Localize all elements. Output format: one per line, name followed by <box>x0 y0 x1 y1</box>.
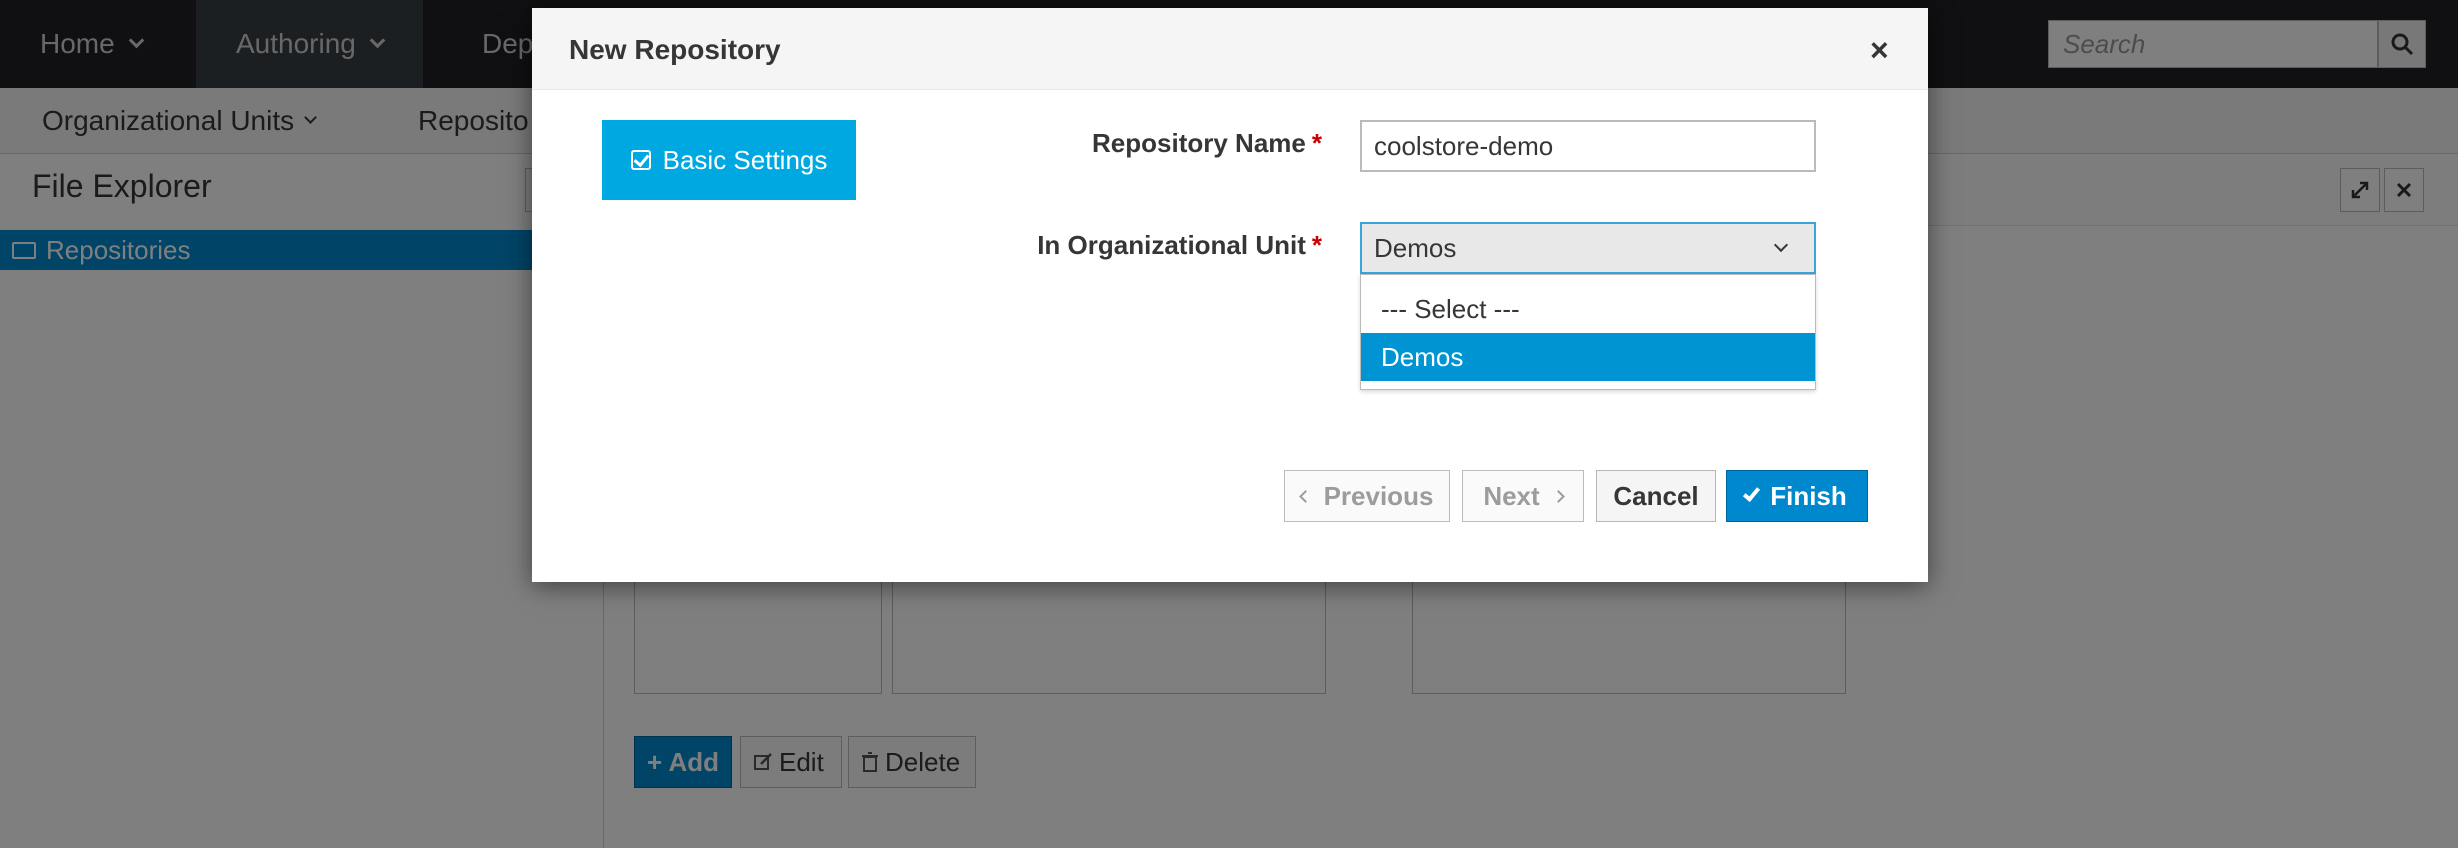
chevron-right-icon <box>1551 489 1565 503</box>
check-square-icon <box>630 150 651 170</box>
check-icon <box>1743 483 1761 503</box>
close-icon[interactable]: × <box>1870 32 1889 69</box>
required-marker: * <box>1311 128 1322 158</box>
chevron-left-icon <box>1298 489 1312 503</box>
previous-button-label: Previous <box>1323 480 1434 511</box>
wizard-step-basic-settings[interactable]: Basic Settings <box>602 120 856 200</box>
org-unit-selected-value: Demos <box>1374 232 1457 263</box>
repository-name-value: coolstore-demo <box>1374 130 1554 161</box>
org-unit-option-demos[interactable]: Demos <box>1361 333 1815 381</box>
next-button[interactable]: Next <box>1462 470 1584 522</box>
required-marker: * <box>1311 230 1322 260</box>
wizard-step-label: Basic Settings <box>662 144 828 175</box>
finish-button[interactable]: Finish <box>1726 470 1868 522</box>
org-unit-label: In Organizational Unit * <box>902 230 1322 261</box>
dialog-header: New Repository × <box>532 8 1928 90</box>
chevron-down-icon <box>1773 237 1789 253</box>
cancel-button[interactable]: Cancel <box>1596 470 1716 522</box>
org-unit-option-select[interactable]: --- Select --- <box>1361 285 1815 333</box>
org-unit-select[interactable]: Demos <box>1360 222 1816 274</box>
dialog-title: New Repository <box>569 34 781 65</box>
repository-name-input[interactable]: coolstore-demo <box>1360 120 1816 172</box>
new-repository-dialog: New Repository × Basic Settings Reposito… <box>532 8 1928 582</box>
finish-button-label: Finish <box>1770 480 1847 511</box>
org-unit-dropdown-menu: --- Select --- Demos <box>1360 274 1816 390</box>
cancel-button-label: Cancel <box>1613 480 1699 511</box>
repository-name-label-text: Repository Name <box>1092 128 1306 158</box>
previous-button[interactable]: Previous <box>1284 470 1450 522</box>
org-unit-label-text: In Organizational Unit <box>1037 230 1306 260</box>
repository-name-label: Repository Name * <box>1002 128 1322 159</box>
next-button-label: Next <box>1483 480 1540 511</box>
